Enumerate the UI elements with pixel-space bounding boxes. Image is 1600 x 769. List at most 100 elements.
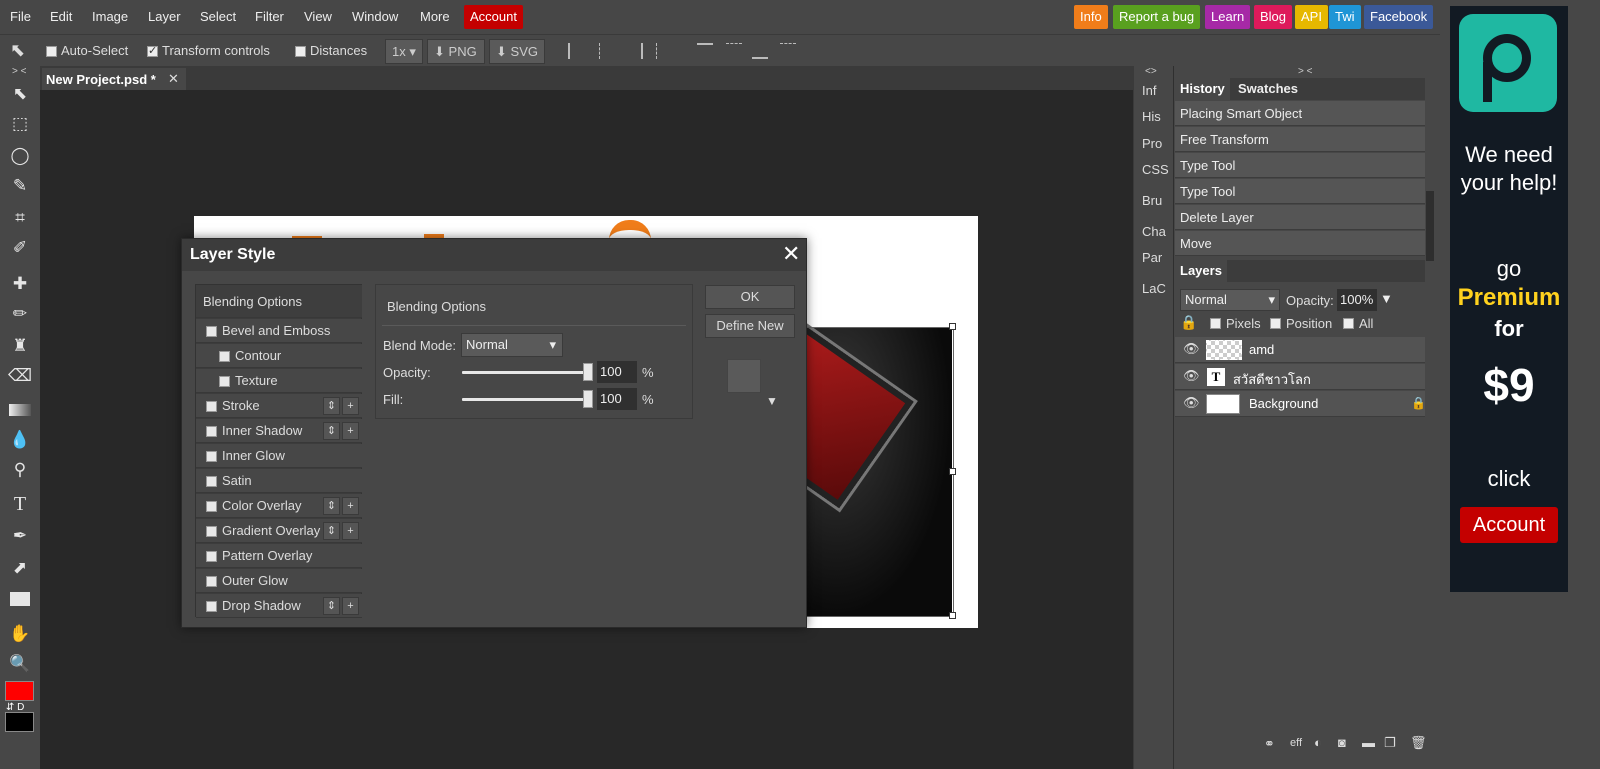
menu-select[interactable]: Select [200,9,236,24]
eyedropper-tool-icon[interactable]: ✐ [8,236,32,260]
lock-pixels-checkbox[interactable] [1210,318,1221,329]
premium-ad[interactable]: We need your help! go Premium for $9 cli… [1450,6,1568,592]
mini-panel-history[interactable]: His [1142,109,1161,124]
history-scrollbar[interactable] [1426,191,1434,261]
move-tool-icon[interactable]: ⬉ [8,82,32,106]
transform-handle[interactable] [949,468,956,475]
effect-checkbox[interactable] [219,376,230,387]
effect-checkbox[interactable] [206,426,217,437]
history-item[interactable]: Placing Smart Object [1175,101,1425,126]
zoom-select[interactable]: 1x ▾ [385,39,423,64]
effect-checkbox[interactable] [219,351,230,362]
link-layers-icon[interactable]: ⚭ [1264,736,1275,752]
effect-checkbox[interactable] [206,551,217,562]
reorder-icon[interactable]: ⇕ [323,422,340,440]
distances-checkbox[interactable] [295,46,306,57]
adjustment-layer-icon[interactable]: ◐ [1314,735,1322,750]
opacity-dropdown-icon[interactable]: ▼ [1380,291,1393,306]
blur-tool-icon[interactable]: 💧 [8,428,32,452]
mini-panel-paragraph[interactable]: Par [1142,250,1162,265]
effect-stroke[interactable]: Stroke ⇕ + [196,394,362,418]
background-color-swatch[interactable] [5,712,34,732]
tab-swatches[interactable]: Swatches [1233,78,1303,100]
right-panel-collapse[interactable]: > < [1298,66,1312,77]
history-item[interactable]: Move [1175,231,1425,256]
lasso-tool-icon[interactable]: ◯ [8,144,32,168]
effect-checkbox[interactable] [206,476,217,487]
ad-account-button[interactable]: Account [1460,507,1558,543]
new-group-folder-icon[interactable]: ▬ [1362,735,1375,750]
gradient-tool-icon[interactable] [9,404,31,416]
opacity-slider-track[interactable] [462,371,588,374]
menu-filter[interactable]: Filter [255,9,284,24]
toolbar-collapse[interactable]: > < [12,66,26,77]
distribute-horizontal-icon[interactable] [656,43,672,59]
menu-image[interactable]: Image [92,9,128,24]
layer-opacity-input[interactable]: 100% [1337,289,1377,311]
transform-controls-checkbox[interactable] [147,44,158,57]
align-left-icon[interactable] [568,43,584,59]
effect-inner-glow[interactable]: Inner Glow [196,444,362,468]
reorder-icon[interactable]: ⇕ [323,597,340,615]
menu-edit[interactable]: Edit [50,9,72,24]
align-top-icon[interactable] [697,43,713,59]
api-link[interactable]: API [1295,5,1328,29]
pen-tool-icon[interactable]: ✒ [8,524,32,548]
effect-checkbox[interactable] [206,601,217,612]
document-tab[interactable]: New Project.psd * ✕ [42,68,186,90]
eraser-tool-icon[interactable]: ⌫ [8,364,32,388]
close-tab-icon[interactable]: ✕ [168,71,179,87]
lock-position-checkbox[interactable] [1270,318,1281,329]
style-preset-dropdown-icon[interactable]: ▼ [766,394,778,408]
account-button[interactable]: Account [464,5,523,29]
effect-inner-shadow[interactable]: Inner Shadow ⇕ + [196,419,362,443]
mini-panel-collapse[interactable]: <> [1145,66,1157,77]
effect-contour[interactable]: Contour [196,344,362,368]
ok-button[interactable]: OK [705,285,795,309]
blend-mode-select[interactable]: Normal ▾ [461,333,563,357]
add-effect-icon[interactable]: + [342,597,359,615]
path-select-tool-icon[interactable]: ⬈ [8,556,32,580]
fill-slider-track[interactable] [462,398,588,401]
quick-select-tool-icon[interactable]: ✎ [8,174,32,198]
menu-file[interactable]: File [10,9,31,24]
export-png-button[interactable]: ⬇ PNG [427,39,485,64]
info-link[interactable]: Info [1074,5,1108,29]
report-bug-link[interactable]: Report a bug [1113,5,1201,29]
history-item[interactable]: Delete Layer [1175,205,1425,230]
hand-tool-icon[interactable]: ✋ [8,622,32,646]
effect-checkbox[interactable] [206,576,217,587]
marquee-tool-icon[interactable]: ⬚ [8,112,32,136]
effect-blending-options[interactable]: Blending Options [196,285,362,318]
mini-panel-properties[interactable]: Pro [1142,136,1162,151]
add-effect-icon[interactable]: + [342,497,359,515]
reorder-icon[interactable]: ⇕ [323,522,340,540]
clone-stamp-tool-icon[interactable]: ♜ [8,334,32,358]
visibility-eye-icon[interactable]: 👁 [1183,341,1200,357]
align-middle-icon[interactable] [726,43,742,59]
add-effect-icon[interactable]: + [342,397,359,415]
auto-select-checkbox[interactable] [46,46,57,57]
type-tool-icon[interactable]: T [8,492,32,516]
foreground-color-swatch[interactable] [5,681,34,701]
reorder-icon[interactable]: ⇕ [323,397,340,415]
trash-icon[interactable]: 🗑 [1410,735,1427,751]
effect-bevel-emboss[interactable]: Bevel and Emboss [196,319,362,343]
layer-row-background[interactable]: 👁 Background 🔒 [1175,391,1426,417]
effect-checkbox[interactable] [206,501,217,512]
fill-slider-thumb[interactable] [583,390,593,408]
swap-colors-icon[interactable]: ⇵ D [6,702,24,713]
export-svg-button[interactable]: ⬇ SVG [489,39,545,64]
mini-panel-layer-comps[interactable]: LaC [1142,281,1166,296]
define-new-button[interactable]: Define New [705,314,795,338]
layer-effects-button[interactable]: eff [1290,737,1302,749]
shape-tool-icon[interactable] [10,592,30,606]
effect-checkbox[interactable] [206,326,217,337]
mini-panel-info[interactable]: Inf [1142,83,1156,98]
tab-history[interactable]: History [1175,78,1230,100]
menu-view[interactable]: View [304,9,332,24]
lock-all-checkbox[interactable] [1343,318,1354,329]
transform-handle[interactable] [949,323,956,330]
mini-panel-css[interactable]: CSS [1142,162,1169,177]
align-bottom-icon[interactable] [752,43,768,59]
